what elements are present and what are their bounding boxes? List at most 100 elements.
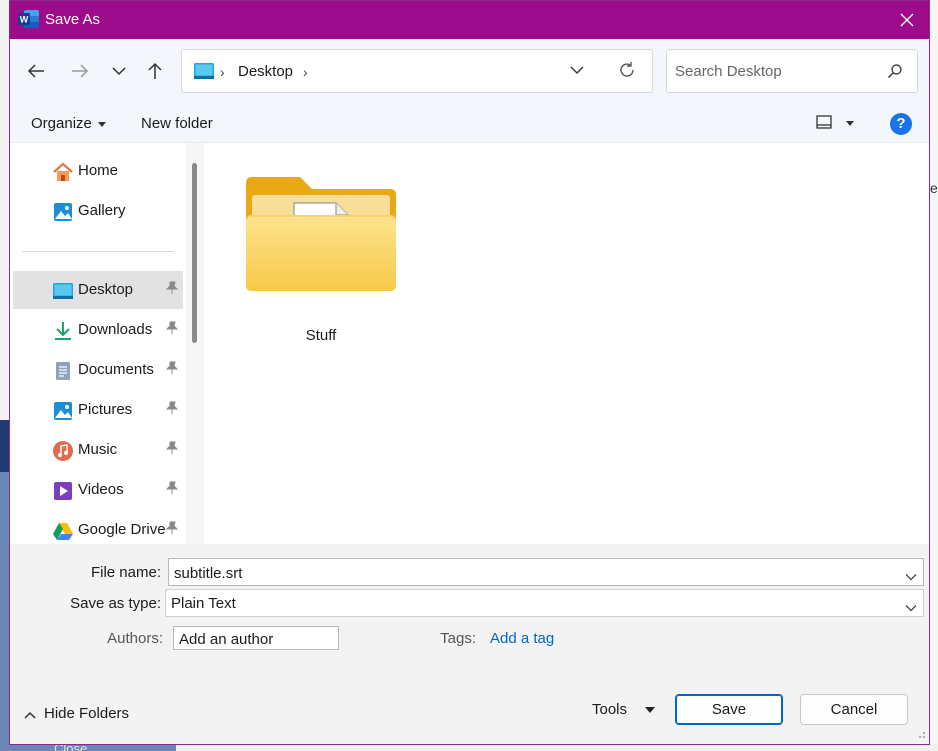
videos-icon — [52, 480, 74, 502]
sidebar-item-label: Gallery — [78, 202, 126, 219]
pin-icon[interactable] — [165, 441, 179, 459]
authors-field[interactable] — [173, 626, 339, 650]
chevron-down-icon — [570, 66, 584, 74]
sidebar-item-label: Music — [78, 441, 118, 458]
up-button[interactable] — [139, 55, 171, 87]
caret-down-icon — [645, 707, 656, 714]
folder-icon — [246, 177, 396, 291]
search-input[interactable] — [675, 60, 875, 82]
resize-grip-icon[interactable] — [916, 726, 926, 743]
background-strip — [176, 744, 938, 751]
folder-item[interactable]: Stuff — [244, 173, 398, 348]
view-icon — [816, 115, 832, 129]
dialog-footer: Hide Folders Tools Save Cancel — [10, 671, 929, 744]
save-type-label: Save as type: — [70, 595, 161, 612]
pin-icon[interactable] — [165, 401, 179, 419]
sidebar-item-label: Home — [78, 162, 119, 179]
background-app-bottom: Close — [0, 741, 938, 751]
address-dropdown-button[interactable] — [570, 62, 584, 79]
address-bar[interactable]: › Desktop › — [181, 49, 653, 93]
sidebar-item-label: Documents — [78, 361, 154, 378]
save-type-select[interactable]: Plain Text — [165, 589, 924, 617]
organize-button[interactable]: Organize — [31, 115, 106, 132]
authors-label: Authors: — [107, 630, 163, 647]
view-dropdown-icon[interactable] — [846, 121, 854, 126]
command-bar: Organize New folder ? — [10, 103, 929, 143]
pin-icon[interactable] — [165, 281, 179, 299]
file-name-label: File name: — [90, 564, 161, 581]
navigation-bar: › Desktop › — [10, 39, 929, 103]
sidebar-item-videos[interactable]: Videos — [13, 471, 183, 509]
documents-icon — [52, 360, 74, 382]
svg-text:W: W — [20, 15, 29, 25]
add-tag-link[interactable]: Add a tag — [490, 630, 554, 647]
back-button[interactable] — [20, 55, 52, 87]
recent-locations-button[interactable] — [103, 55, 135, 87]
sidebar-item-pictures[interactable]: Pictures — [13, 391, 183, 429]
arrow-right-icon — [72, 64, 89, 78]
close-window-button[interactable] — [893, 7, 921, 33]
folder-name: Stuff — [305, 327, 337, 344]
hide-folders-button[interactable]: Hide Folders — [24, 705, 129, 723]
tools-label: Tools — [592, 701, 628, 718]
background-app-right: e — [930, 0, 938, 751]
breadcrumb-desktop[interactable]: Desktop — [238, 63, 293, 80]
sidebar-item-label: Downloads — [78, 321, 153, 338]
music-icon — [52, 440, 74, 462]
background-panel-lower — [0, 472, 9, 751]
scrollbar-thumb[interactable] — [192, 163, 197, 343]
chevron-down-icon — [905, 574, 917, 581]
tags-label: Tags: — [440, 630, 476, 647]
forward-button[interactable] — [64, 55, 96, 87]
help-button[interactable]: ? — [890, 113, 912, 135]
chevron-up-icon — [24, 706, 36, 723]
sidebar-item-home[interactable]: Home — [13, 152, 183, 190]
sidebar-item-desktop[interactable]: Desktop — [13, 271, 183, 309]
google-drive-icon — [52, 520, 74, 542]
save-type-value: Plain Text — [171, 595, 236, 612]
file-name-input[interactable] — [174, 563, 853, 583]
arrow-left-icon — [27, 64, 44, 78]
sidebar-divider — [22, 251, 174, 252]
new-folder-button[interactable]: New folder — [141, 115, 213, 132]
search-icon[interactable] — [887, 63, 903, 83]
pin-icon[interactable] — [165, 481, 179, 499]
pin-icon[interactable] — [165, 521, 179, 539]
organize-label: Organize — [31, 115, 92, 132]
refresh-button[interactable] — [618, 61, 636, 83]
save-as-dialog: W Save As › Desktop › Search Desktop Org… — [9, 0, 930, 745]
downloads-icon — [52, 320, 74, 342]
cancel-button[interactable]: Cancel — [800, 694, 908, 725]
close-icon — [900, 13, 914, 27]
breadcrumb-chevron-icon[interactable]: › — [303, 64, 308, 80]
sidebar-item-documents[interactable]: Documents — [13, 351, 183, 389]
navigation-pane: Home Gallery Desktop Downloads Documents… — [10, 143, 204, 544]
save-type-dropdown-button[interactable] — [905, 599, 917, 616]
sidebar-item-label: Videos — [78, 481, 124, 498]
arrow-up-icon — [148, 62, 162, 79]
title-bar[interactable]: W Save As — [10, 1, 929, 39]
home-icon — [52, 161, 74, 183]
sidebar-item-downloads[interactable]: Downloads — [13, 311, 183, 349]
breadcrumb-separator-icon: › — [220, 64, 225, 80]
save-button[interactable]: Save — [675, 694, 783, 725]
tools-button[interactable]: Tools — [592, 701, 656, 718]
sidebar-item-label: Pictures — [78, 401, 133, 418]
sidebar-scrollbar[interactable] — [186, 143, 204, 544]
pin-icon[interactable] — [165, 321, 179, 339]
pictures-icon — [52, 400, 74, 422]
desktop-icon — [194, 63, 214, 83]
background-panel — [0, 420, 9, 472]
sidebar-item-gallery[interactable]: Gallery — [13, 192, 183, 230]
search-box[interactable] — [666, 49, 918, 93]
gallery-icon — [52, 201, 74, 223]
desktop-icon — [52, 280, 74, 302]
caret-down-icon — [97, 121, 106, 127]
sidebar-item-music[interactable]: Music — [13, 431, 183, 469]
file-list: Stuff — [204, 143, 929, 544]
file-name-field[interactable] — [168, 558, 924, 586]
pin-icon[interactable] — [165, 361, 179, 379]
view-options-button[interactable] — [816, 115, 832, 133]
authors-input[interactable] — [179, 629, 327, 649]
file-name-dropdown-button[interactable] — [905, 568, 917, 585]
